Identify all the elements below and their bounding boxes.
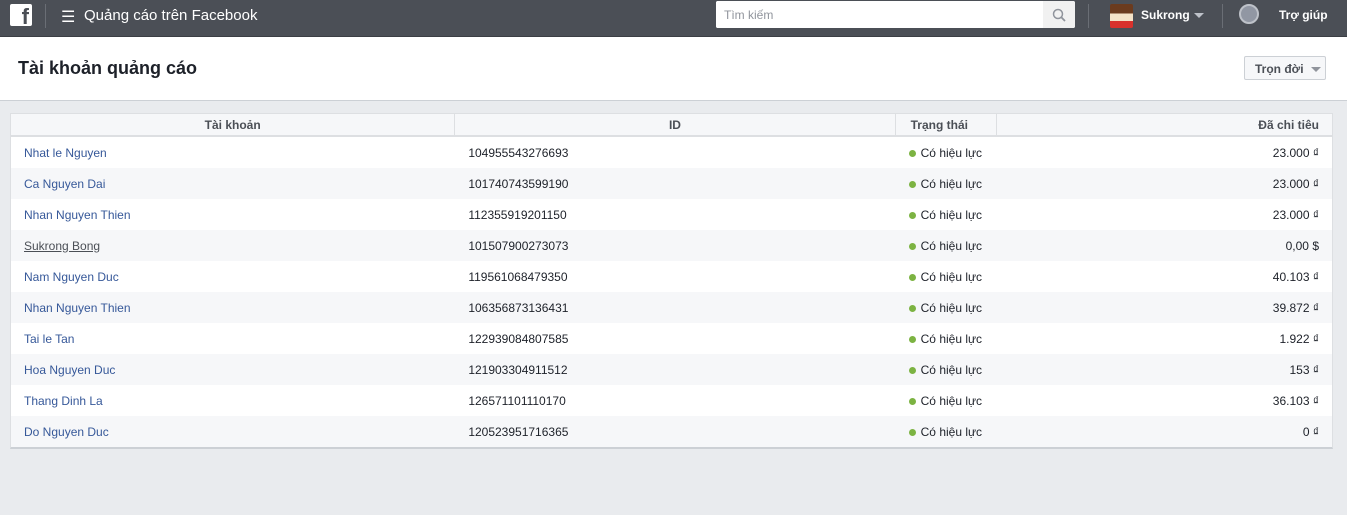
divider xyxy=(1222,4,1223,28)
page-title: Tài khoản quảng cáo xyxy=(18,58,198,78)
status-text: Có hiệu lực xyxy=(920,145,983,160)
status-text: Có hiệu lực xyxy=(920,300,983,315)
status-active-icon xyxy=(908,304,916,312)
account-name-link[interactable]: Hoa Nguyen Duc xyxy=(24,363,115,377)
status-active-icon xyxy=(908,242,916,250)
date-range-label: Trọn đời xyxy=(1255,62,1304,76)
account-name-link[interactable]: Nhan Nguyen Thien xyxy=(24,301,131,315)
amount-spent: 0,00 $ xyxy=(1285,238,1319,253)
amount-spent: 40.103 ₫ xyxy=(1272,269,1319,284)
account-id: 121903304911512 xyxy=(468,362,568,377)
help-link[interactable]: Trợ giúp xyxy=(1279,8,1328,22)
avatar[interactable] xyxy=(1110,4,1133,28)
account-name-link[interactable]: Ca Nguyen Dai xyxy=(24,177,105,191)
status-active-icon xyxy=(908,273,916,281)
status-active-icon xyxy=(908,211,916,219)
search-button[interactable] xyxy=(1043,1,1075,28)
table-row: Tai le Tan 122939084807585 Có hiệu lực 1… xyxy=(11,323,1332,354)
status-active-icon xyxy=(908,180,916,188)
status-badge: Có hiệu lực xyxy=(896,239,998,253)
chevron-down-icon xyxy=(1193,13,1204,19)
status-badge: Có hiệu lực xyxy=(896,301,998,315)
status-active-icon xyxy=(908,397,916,405)
account-id: 112355919201150 xyxy=(468,207,567,222)
account-name-link[interactable]: Nhan Nguyen Thien xyxy=(24,208,131,222)
ad-accounts-table: Tài khoản ID Trạng thái Đã chi tiêu Nhat… xyxy=(10,113,1333,449)
divider xyxy=(45,4,46,28)
status-badge: Có hiệu lực xyxy=(896,270,998,284)
status-active-icon xyxy=(908,149,916,157)
status-badge: Có hiệu lực xyxy=(896,332,998,346)
column-header-spent[interactable]: Đã chi tiêu xyxy=(997,114,1332,135)
account-id: 106356873136431 xyxy=(468,300,569,315)
account-id: 120523951716365 xyxy=(468,424,569,439)
amount-spent: 23.000 ₫ xyxy=(1272,207,1319,222)
chevron-down-icon xyxy=(1310,67,1321,73)
table-row: Thang Dinh La 126571101110170 Có hiệu lự… xyxy=(11,385,1332,416)
status-badge: Có hiệu lực xyxy=(896,363,998,377)
status-text: Có hiệu lực xyxy=(920,207,983,222)
account-name-link[interactable]: Do Nguyen Duc xyxy=(24,425,109,439)
amount-spent: 23.000 ₫ xyxy=(1272,176,1319,191)
account-name-link[interactable]: Nam Nguyen Duc xyxy=(24,270,119,284)
status-badge: Có hiệu lực xyxy=(896,394,998,408)
date-range-dropdown[interactable]: Trọn đời xyxy=(1244,56,1326,80)
amount-spent: 153 ₫ xyxy=(1289,362,1319,377)
status-active-icon xyxy=(908,428,916,436)
amount-spent: 23.000 ₫ xyxy=(1272,145,1319,160)
table-row: Nhan Nguyen Thien 106356873136431 Có hiệ… xyxy=(11,292,1332,323)
search-icon xyxy=(1052,8,1066,22)
amount-spent: 36.103 ₫ xyxy=(1272,393,1319,408)
status-text: Có hiệu lực xyxy=(920,393,983,408)
amount-spent: 39.872 ₫ xyxy=(1272,300,1319,315)
status-active-icon xyxy=(908,335,916,343)
globe-icon[interactable] xyxy=(1239,4,1259,24)
account-id: 119561068479350 xyxy=(468,269,568,284)
status-badge: Có hiệu lực xyxy=(896,425,998,439)
top-bar: f ☰ Quảng cáo trên Facebook Sukrong Trợ … xyxy=(0,0,1347,37)
status-text: Có hiệu lực xyxy=(920,238,983,253)
account-id: 104955543276693 xyxy=(468,145,569,160)
status-text: Có hiệu lực xyxy=(920,269,983,284)
status-text: Có hiệu lực xyxy=(920,176,983,191)
column-header-account[interactable]: Tài khoản xyxy=(11,114,456,135)
status-badge: Có hiệu lực xyxy=(896,146,998,160)
account-name-link[interactable]: Sukrong Bong xyxy=(24,239,100,253)
table-row: Do Nguyen Duc 120523951716365 Có hiệu lự… xyxy=(11,416,1332,447)
page-header: Tài khoản quảng cáo Trọn đời xyxy=(0,37,1347,101)
account-name-link[interactable]: Tai le Tan xyxy=(24,332,74,346)
amount-spent: 0 ₫ xyxy=(1302,424,1319,439)
amount-spent: 1.922 ₫ xyxy=(1279,331,1319,346)
column-header-id[interactable]: ID xyxy=(455,114,896,135)
app-title[interactable]: Quảng cáo trên Facebook xyxy=(84,7,257,24)
divider xyxy=(1088,4,1089,28)
table-row: Nhat le Nguyen 104955543276693 Có hiệu l… xyxy=(11,137,1332,168)
account-id: 101507900273073 xyxy=(468,238,569,253)
user-name: Sukrong xyxy=(1141,8,1190,22)
account-name-link[interactable]: Thang Dinh La xyxy=(24,394,103,408)
table-row: Hoa Nguyen Duc 121903304911512 Có hiệu l… xyxy=(11,354,1332,385)
facebook-logo-icon[interactable]: f xyxy=(10,4,32,26)
status-badge: Có hiệu lực xyxy=(896,208,998,222)
table-row: Sukrong Bong 101507900273073 Có hiệu lực… xyxy=(11,230,1332,261)
table-row: Nhan Nguyen Thien 112355919201150 Có hiệ… xyxy=(11,199,1332,230)
status-text: Có hiệu lực xyxy=(920,362,983,377)
status-text: Có hiệu lực xyxy=(920,331,983,346)
search-input[interactable] xyxy=(716,1,1042,28)
account-id: 122939084807585 xyxy=(468,331,569,346)
column-header-status[interactable]: Trạng thái xyxy=(896,114,998,135)
menu-icon[interactable]: ☰ xyxy=(61,7,75,27)
status-text: Có hiệu lực xyxy=(920,424,983,439)
account-name-link[interactable]: Nhat le Nguyen xyxy=(24,146,107,160)
status-badge: Có hiệu lực xyxy=(896,177,998,191)
status-active-icon xyxy=(908,366,916,374)
search-box xyxy=(716,1,1075,28)
account-id: 101740743599190 xyxy=(468,176,569,191)
account-id: 126571101110170 xyxy=(468,393,566,408)
user-menu[interactable]: Sukrong xyxy=(1141,8,1204,22)
table-header: Tài khoản ID Trạng thái Đã chi tiêu xyxy=(11,114,1332,137)
table-row: Ca Nguyen Dai 101740743599190 Có hiệu lự… xyxy=(11,168,1332,199)
table-row: Nam Nguyen Duc 119561068479350 Có hiệu l… xyxy=(11,261,1332,292)
